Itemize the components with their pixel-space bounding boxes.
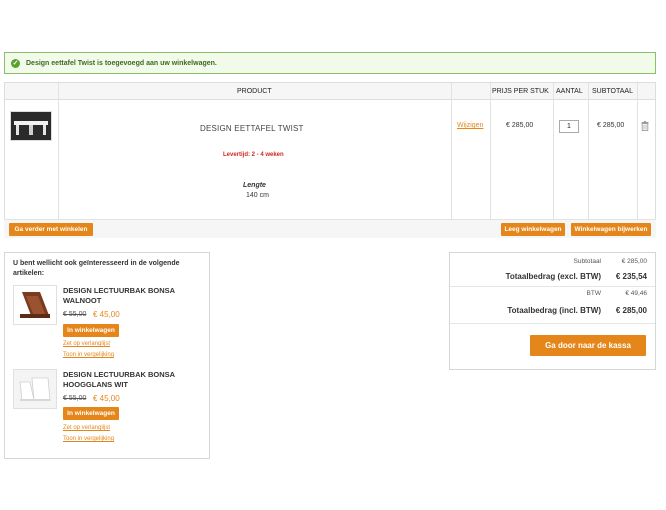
- crosssell-thumbnail[interactable]: [13, 285, 57, 325]
- crosssell-title: U bent wellicht ook geïnteresseerd in de…: [13, 260, 180, 277]
- success-message: ✓ Design eettafel Twist is toegevoegd aa…: [4, 52, 656, 74]
- total-excl-value: € 235,54: [615, 272, 647, 281]
- compare-link[interactable]: Toon in vergelijking: [63, 436, 114, 442]
- header-qty: AANTAL: [556, 88, 583, 95]
- add-to-cart-button[interactable]: In winkelwagen: [63, 324, 119, 337]
- product-thumbnail[interactable]: [10, 111, 52, 141]
- subtotal-label: Subtotaal: [573, 258, 601, 265]
- crosssell-name[interactable]: DESIGN LECTUURBAK BONSA: [63, 286, 175, 296]
- old-price: € 55,00: [63, 311, 87, 318]
- unit-price: € 285,00: [506, 122, 534, 129]
- row-subtotal: € 285,00: [597, 122, 625, 129]
- wishlist-link[interactable]: Zet op verlanglijst: [63, 425, 110, 431]
- compare-link[interactable]: Toon in vergelijking: [63, 352, 114, 358]
- column-divider: [490, 83, 491, 220]
- header-product: PRODUCT: [237, 88, 272, 95]
- column-divider: [58, 83, 59, 220]
- crosssell-name-line2[interactable]: HOOGGLANS WIT: [63, 380, 128, 390]
- new-price: € 45,00: [93, 394, 120, 403]
- crosssell-name-line2[interactable]: WALNOOT: [63, 296, 101, 306]
- add-to-cart-button[interactable]: In winkelwagen: [63, 407, 119, 420]
- quantity-input[interactable]: [559, 120, 579, 133]
- empty-cart-button[interactable]: Leeg winkelwagen: [501, 223, 565, 236]
- column-divider: [637, 83, 638, 220]
- success-text: Design eettafel Twist is toegevoegd aan …: [26, 59, 217, 67]
- option-value: 140 cm: [246, 192, 269, 199]
- tax-label: BTW: [586, 290, 601, 297]
- column-divider: [451, 83, 452, 220]
- product-name[interactable]: DESIGN EETTAFEL TWIST: [200, 124, 304, 133]
- tax-value: € 49,46: [625, 290, 647, 297]
- totals-box: Subtotaal € 285,00 Totaalbedrag (excl. B…: [449, 252, 656, 370]
- crosssell-box: U bent wellicht ook geïnteresseerd in de…: [4, 252, 210, 459]
- totals-divider: [450, 323, 655, 324]
- cart-actions: Ga verder met winkelen Leeg winkelwagen …: [4, 219, 656, 238]
- trash-icon[interactable]: [641, 121, 649, 132]
- option-label: Lengte: [243, 182, 266, 189]
- total-incl-label: Totaalbedrag (incl. BTW): [507, 306, 601, 315]
- header-subtotal: SUBTOTAAL: [592, 88, 633, 95]
- column-divider: [588, 83, 589, 220]
- edit-item-link[interactable]: Wijzigen: [457, 122, 483, 129]
- wishlist-link[interactable]: Zet op verlanglijst: [63, 341, 110, 347]
- header-price: PRIJS PER STUK: [492, 88, 549, 95]
- column-divider: [553, 83, 554, 220]
- new-price: € 45,00: [93, 310, 120, 319]
- total-incl-value: € 285,00: [615, 306, 647, 315]
- update-cart-button[interactable]: Winkelwagen bijwerken: [571, 223, 651, 236]
- crosssell-thumbnail[interactable]: [13, 369, 57, 409]
- old-price: € 55,00: [63, 395, 87, 402]
- totals-divider: [450, 286, 655, 287]
- delivery-time: Levertijd: 2 - 4 weken: [223, 152, 284, 158]
- cart-table: PRODUCT PRIJS PER STUK AANTAL SUBTOTAAL: [4, 82, 656, 238]
- cart-table-header: PRODUCT PRIJS PER STUK AANTAL SUBTOTAAL: [5, 83, 655, 100]
- continue-shopping-button[interactable]: Ga verder met winkelen: [9, 223, 93, 236]
- checkout-button[interactable]: Ga door naar de kassa: [530, 335, 646, 356]
- crosssell-name[interactable]: DESIGN LECTUURBAK BONSA: [63, 370, 175, 380]
- check-icon: ✓: [11, 58, 20, 68]
- subtotal-value: € 285,00: [621, 258, 647, 265]
- total-excl-label: Totaalbedrag (excl. BTW): [505, 272, 601, 281]
